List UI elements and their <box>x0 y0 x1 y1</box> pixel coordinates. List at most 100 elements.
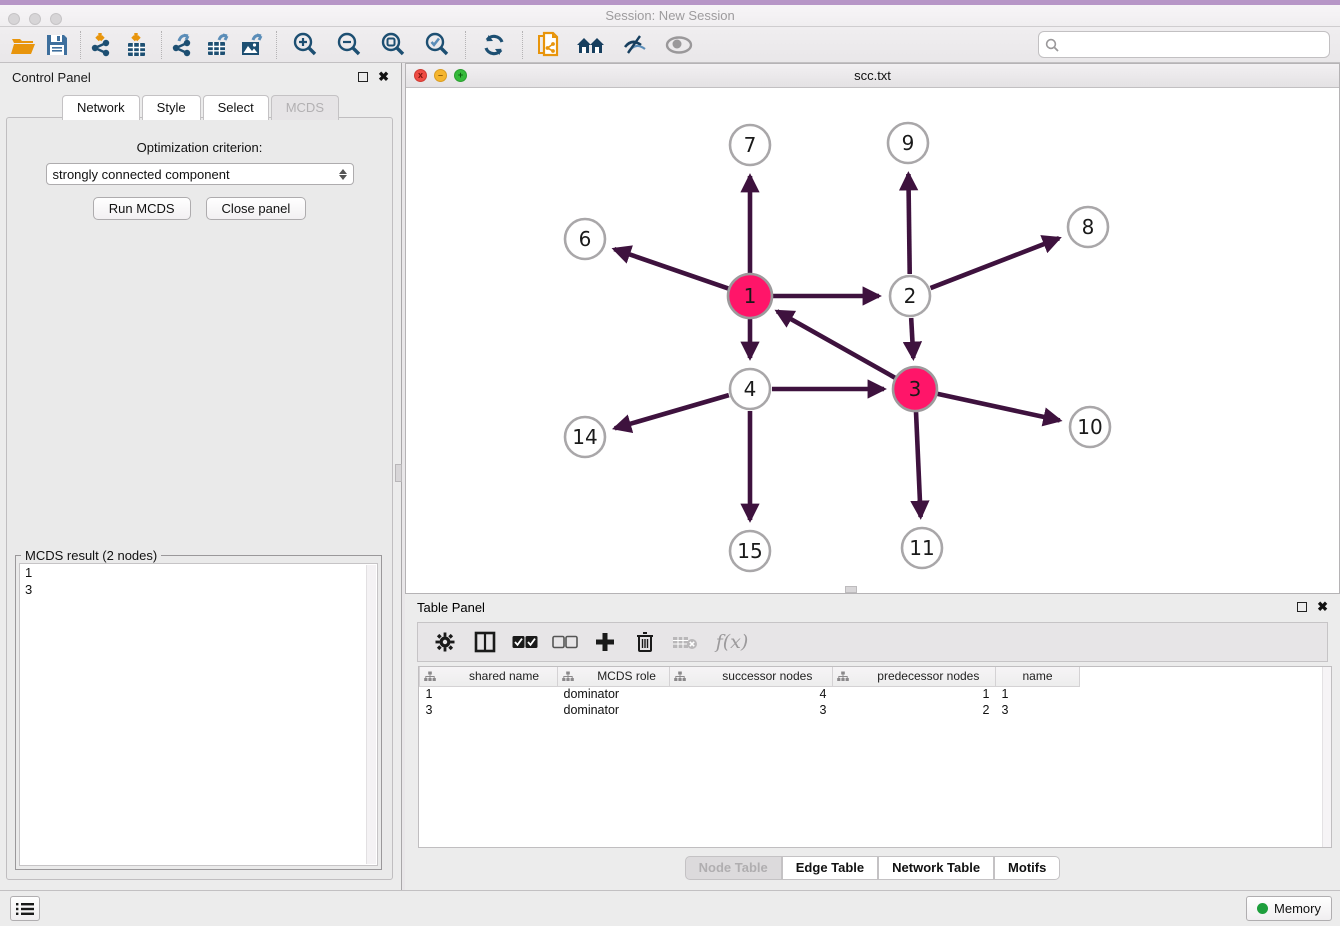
column-header-successor-nodes[interactable]: successor nodes <box>670 667 833 686</box>
column-type-icon <box>674 671 686 682</box>
edge-1-6[interactable] <box>614 249 729 289</box>
float-panel-icon[interactable] <box>358 72 368 82</box>
close-network-icon[interactable]: x <box>414 69 427 82</box>
run-mcds-button[interactable]: Run MCDS <box>93 197 191 220</box>
select-all-button[interactable] <box>512 629 538 655</box>
tab-motifs[interactable]: Motifs <box>994 856 1060 880</box>
zoom-out-button[interactable] <box>327 30 371 60</box>
table-cell[interactable]: 1 <box>996 686 1080 702</box>
save-session-button[interactable] <box>40 30 74 60</box>
window-traffic-lights[interactable] <box>8 13 62 25</box>
tab-style[interactable]: Style <box>142 95 201 120</box>
delete-column-button[interactable] <box>632 629 658 655</box>
scrollbar[interactable] <box>366 565 376 864</box>
edge-2-8[interactable] <box>931 238 1060 288</box>
edge-3-10[interactable] <box>936 394 1059 421</box>
tab-network[interactable]: Network <box>62 95 140 120</box>
float-table-panel-icon[interactable] <box>1297 602 1307 612</box>
table-cell[interactable]: 3 <box>996 702 1080 718</box>
horizontal-splitter-grip[interactable] <box>845 586 857 593</box>
zoom-selected-button[interactable] <box>415 30 459 60</box>
zoom-fit-button[interactable] <box>371 30 415 60</box>
edge-3-11[interactable] <box>916 411 921 517</box>
import-table-button[interactable] <box>121 30 155 60</box>
table-cell[interactable]: 2 <box>833 702 996 718</box>
add-column-button[interactable] <box>592 629 618 655</box>
network-graph[interactable]: 7968124314101511 <box>406 88 1339 593</box>
mcds-result-group: MCDS result (2 nodes) 13 <box>15 555 382 870</box>
column-header-MCDS-role[interactable]: MCDS role <box>558 667 670 686</box>
new-network-button[interactable] <box>529 30 569 60</box>
column-header-name[interactable]: name <box>996 667 1080 686</box>
edge-2-3[interactable] <box>911 318 913 358</box>
window-title: Session: New Session <box>605 8 734 23</box>
export-image-button[interactable] <box>236 30 270 60</box>
show-eye-button[interactable] <box>657 30 701 60</box>
home-button[interactable] <box>569 30 613 60</box>
node-label-2: 2 <box>904 284 917 308</box>
edge-2-9[interactable] <box>908 174 909 274</box>
mcds-result-list[interactable]: 13 <box>19 563 378 866</box>
memory-button[interactable]: Memory <box>1246 896 1332 921</box>
settings-gear-button[interactable] <box>432 629 458 655</box>
task-history-button[interactable] <box>10 896 40 921</box>
hide-panel-button[interactable] <box>613 30 657 60</box>
vertical-splitter-grip[interactable] <box>395 464 402 482</box>
column-layout-button[interactable] <box>472 629 498 655</box>
table-cell[interactable]: 1 <box>420 686 558 702</box>
tab-node-table[interactable]: Node Table <box>685 856 782 880</box>
deselect-all-button[interactable] <box>552 629 578 655</box>
refresh-button[interactable] <box>472 30 516 60</box>
tab-select[interactable]: Select <box>203 95 269 120</box>
column-header-predecessor-nodes[interactable]: predecessor nodes <box>833 667 996 686</box>
tab-network-table[interactable]: Network Table <box>878 856 994 880</box>
delete-table-button[interactable] <box>672 629 698 655</box>
tab-edge-table[interactable]: Edge Table <box>782 856 878 880</box>
table-row[interactable]: 1dominator411 <box>420 686 1080 702</box>
result-item[interactable]: 1 <box>20 564 377 581</box>
edge-3-1[interactable] <box>777 311 896 378</box>
criterion-select[interactable]: strongly connected component <box>46 163 354 185</box>
toolbar-separator <box>465 31 466 59</box>
table-cell[interactable]: dominator <box>558 702 670 718</box>
minimize-network-icon[interactable]: – <box>434 69 447 82</box>
result-item[interactable]: 3 <box>20 581 377 598</box>
close-panel-icon[interactable]: ✖ <box>378 72 389 82</box>
table-row[interactable]: 3dominator323 <box>420 702 1080 718</box>
table-cell[interactable]: 3 <box>420 702 558 718</box>
zoom-out-icon <box>335 31 363 59</box>
table-cell[interactable]: 4 <box>670 686 833 702</box>
export-network-button[interactable] <box>168 30 202 60</box>
network-canvas[interactable]: 7968124314101511 <box>406 88 1339 593</box>
settings-gear-icon <box>435 632 455 652</box>
zoom-window-icon[interactable] <box>50 13 62 25</box>
import-network-button[interactable] <box>87 30 121 60</box>
table-cell[interactable]: 1 <box>833 686 996 702</box>
export-table-button[interactable] <box>202 30 236 60</box>
column-header-shared-name[interactable]: shared name <box>420 667 558 686</box>
table-cell[interactable]: 3 <box>670 702 833 718</box>
close-window-icon[interactable] <box>8 13 20 25</box>
toolbar-separator <box>522 31 523 59</box>
search-box[interactable] <box>1038 31 1330 58</box>
table-scrollbar[interactable] <box>1322 667 1331 847</box>
deselect-all-icon <box>552 635 578 649</box>
table-cell[interactable]: dominator <box>558 686 670 702</box>
control-panel: Control Panel ✖ NetworkStyleSelectMCDS O… <box>0 63 402 890</box>
close-panel-button[interactable]: Close panel <box>206 197 307 220</box>
table-toolbar: f(x) <box>417 622 1328 662</box>
network-window-titlebar[interactable]: scc.txt x – + <box>406 64 1339 88</box>
open-session-button[interactable] <box>6 30 40 60</box>
node-label-10: 10 <box>1077 415 1102 439</box>
node-table[interactable]: shared nameMCDS rolesuccessor nodesprede… <box>418 666 1332 848</box>
zoom-in-button[interactable] <box>283 30 327 60</box>
close-table-panel-icon[interactable]: ✖ <box>1317 602 1328 612</box>
tab-mcds[interactable]: MCDS <box>271 95 339 120</box>
minimize-window-icon[interactable] <box>29 13 41 25</box>
edge-4-14[interactable] <box>615 395 729 428</box>
function-builder-button[interactable]: f(x) <box>712 629 752 655</box>
maximize-network-icon[interactable]: + <box>454 69 467 82</box>
node-label-9: 9 <box>902 131 915 155</box>
memory-label: Memory <box>1274 901 1321 916</box>
search-input[interactable] <box>1063 37 1329 52</box>
